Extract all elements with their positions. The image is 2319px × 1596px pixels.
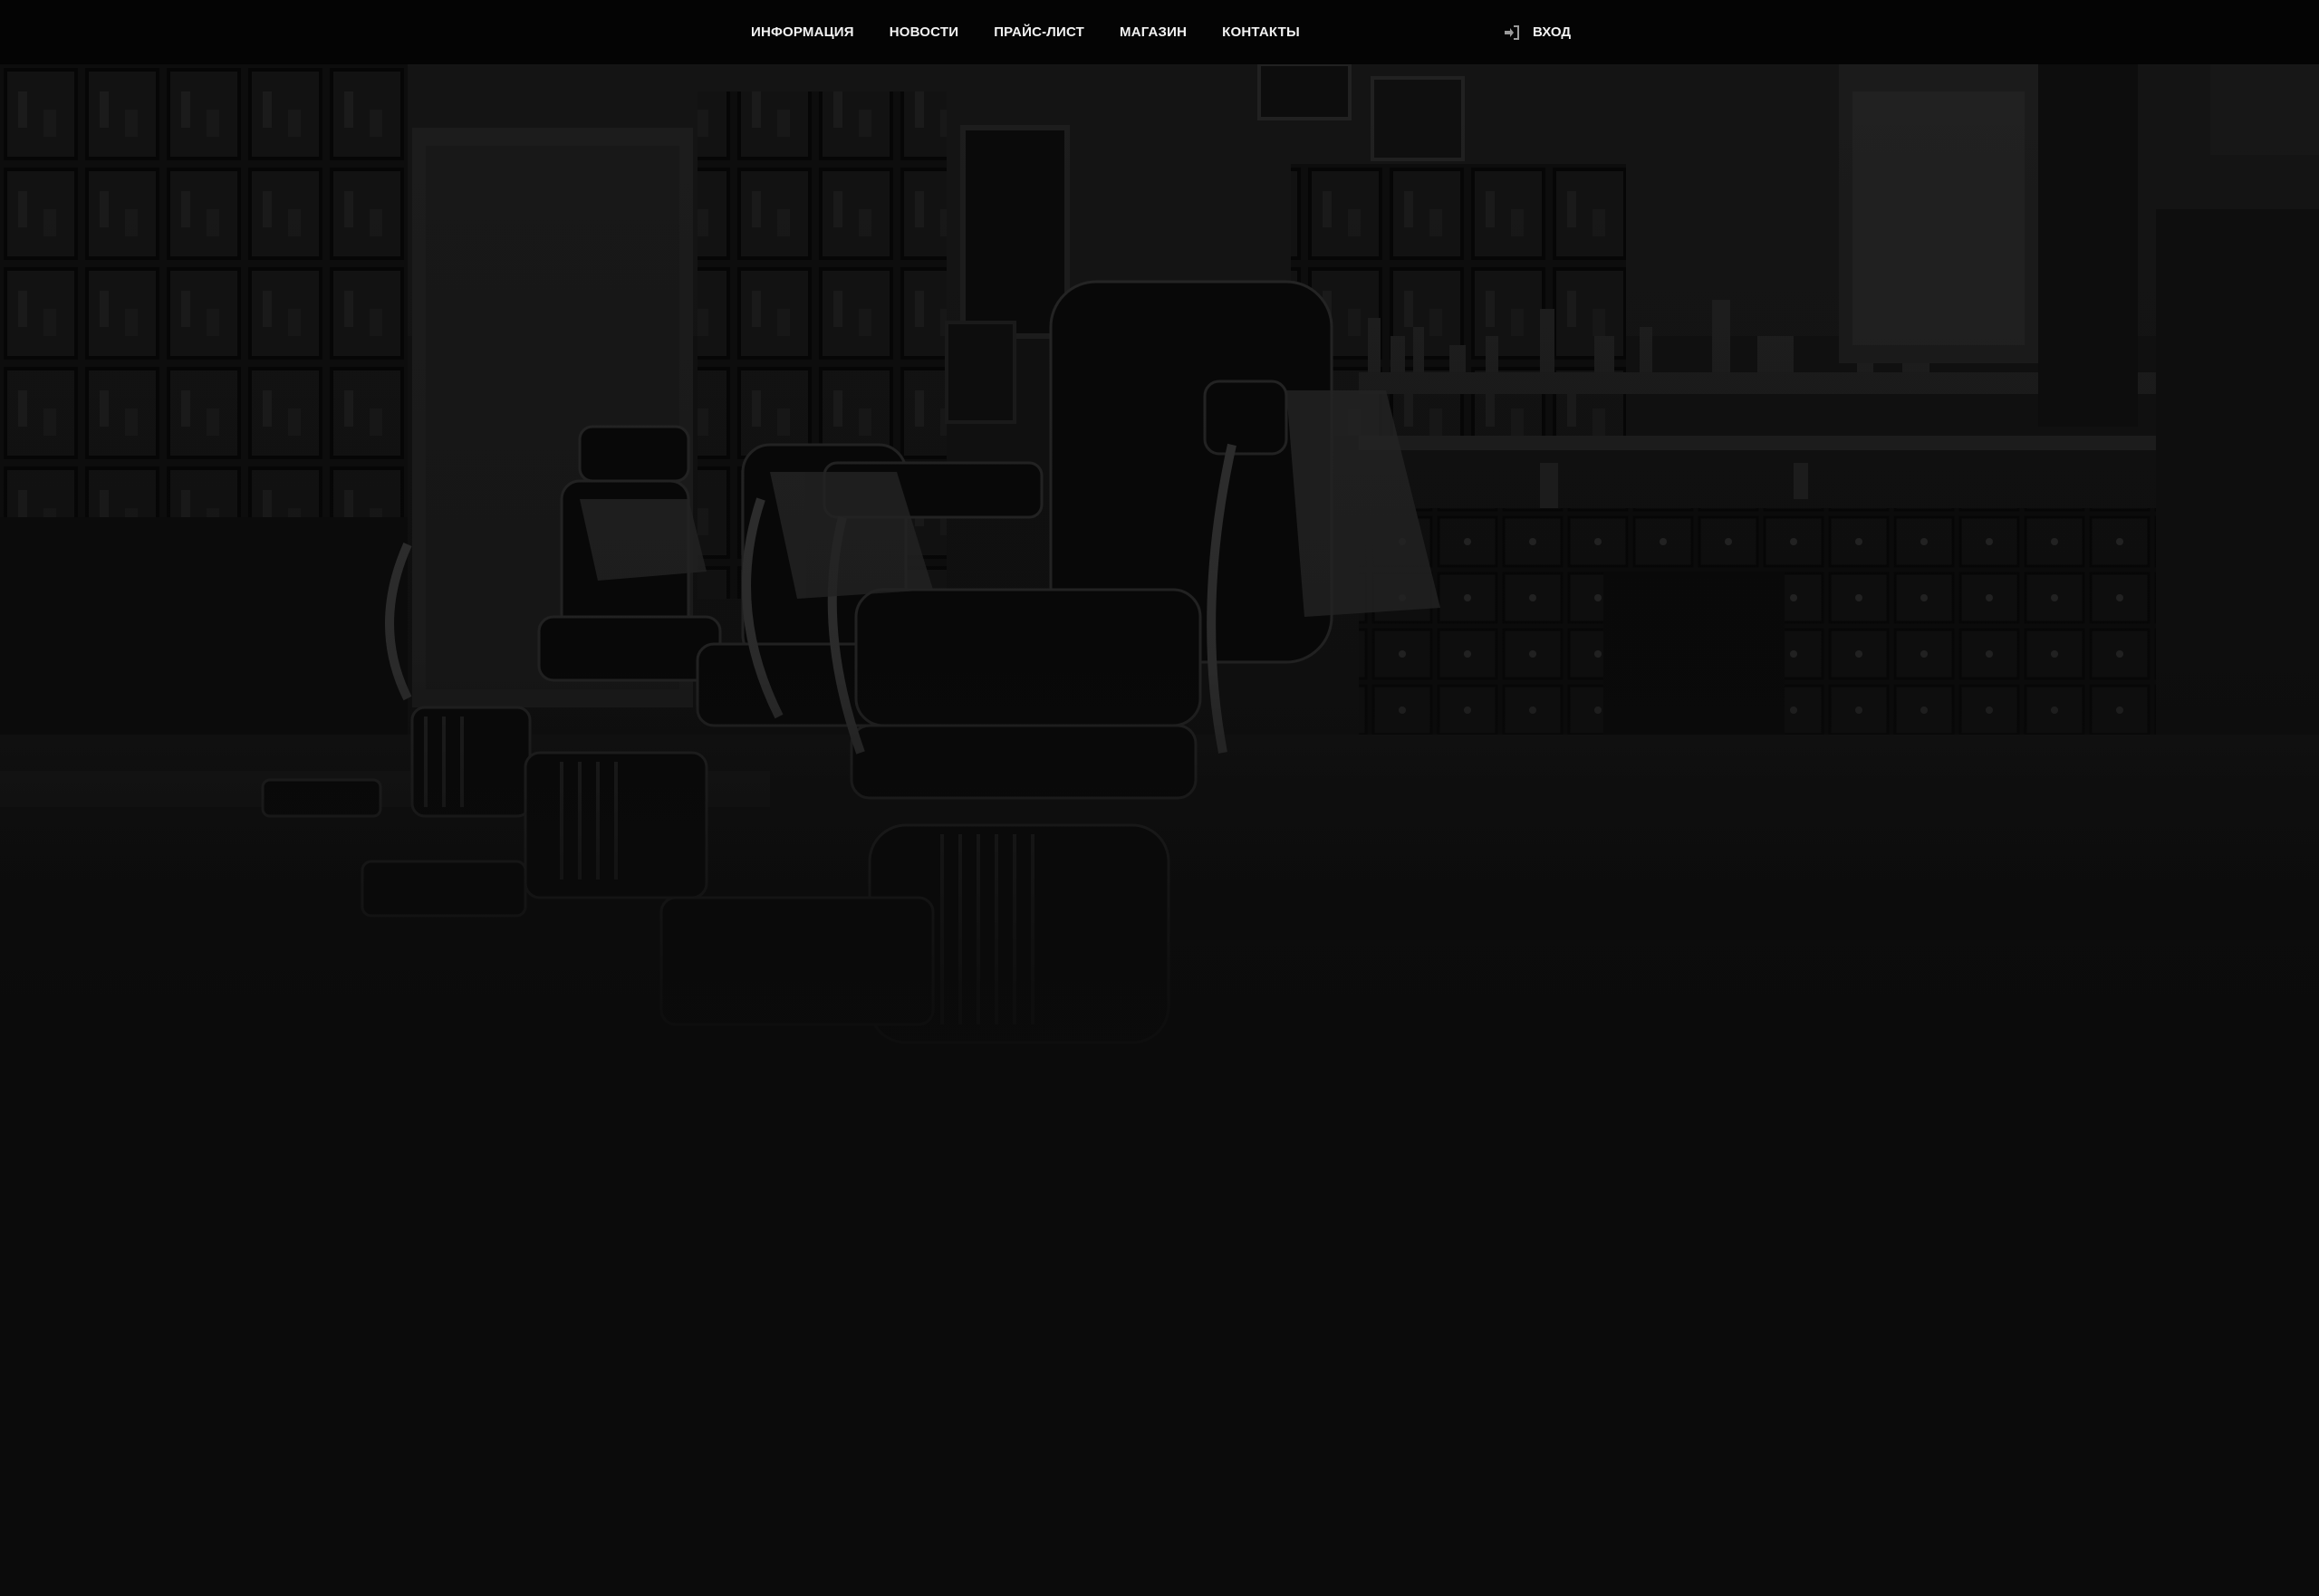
- sign-in-icon: [1505, 24, 1519, 40]
- nav-item-contacts[interactable]: КОНТАКТЫ: [1222, 24, 1300, 40]
- login-label: ВХОД: [1533, 24, 1572, 40]
- nav-item-info[interactable]: ИНФОРМАЦИЯ: [751, 24, 854, 40]
- hero-barbershop-image: [0, 64, 2319, 1150]
- top-navigation-bar: ИНФОРМАЦИЯ НОВОСТИ ПРАЙС-ЛИСТ МАГАЗИН КО…: [0, 0, 2319, 64]
- barbershop-interior-photo: [0, 64, 2319, 1150]
- nav-item-shop[interactable]: МАГАЗИН: [1120, 24, 1187, 40]
- nav-item-news[interactable]: НОВОСТИ: [890, 24, 958, 40]
- content-area: [0, 1150, 2319, 1596]
- main-nav: ИНФОРМАЦИЯ НОВОСТИ ПРАЙС-ЛИСТ МАГАЗИН КО…: [751, 0, 1300, 64]
- login-link[interactable]: ВХОД: [1504, 0, 1571, 64]
- nav-item-price-list[interactable]: ПРАЙС-ЛИСТ: [994, 24, 1084, 40]
